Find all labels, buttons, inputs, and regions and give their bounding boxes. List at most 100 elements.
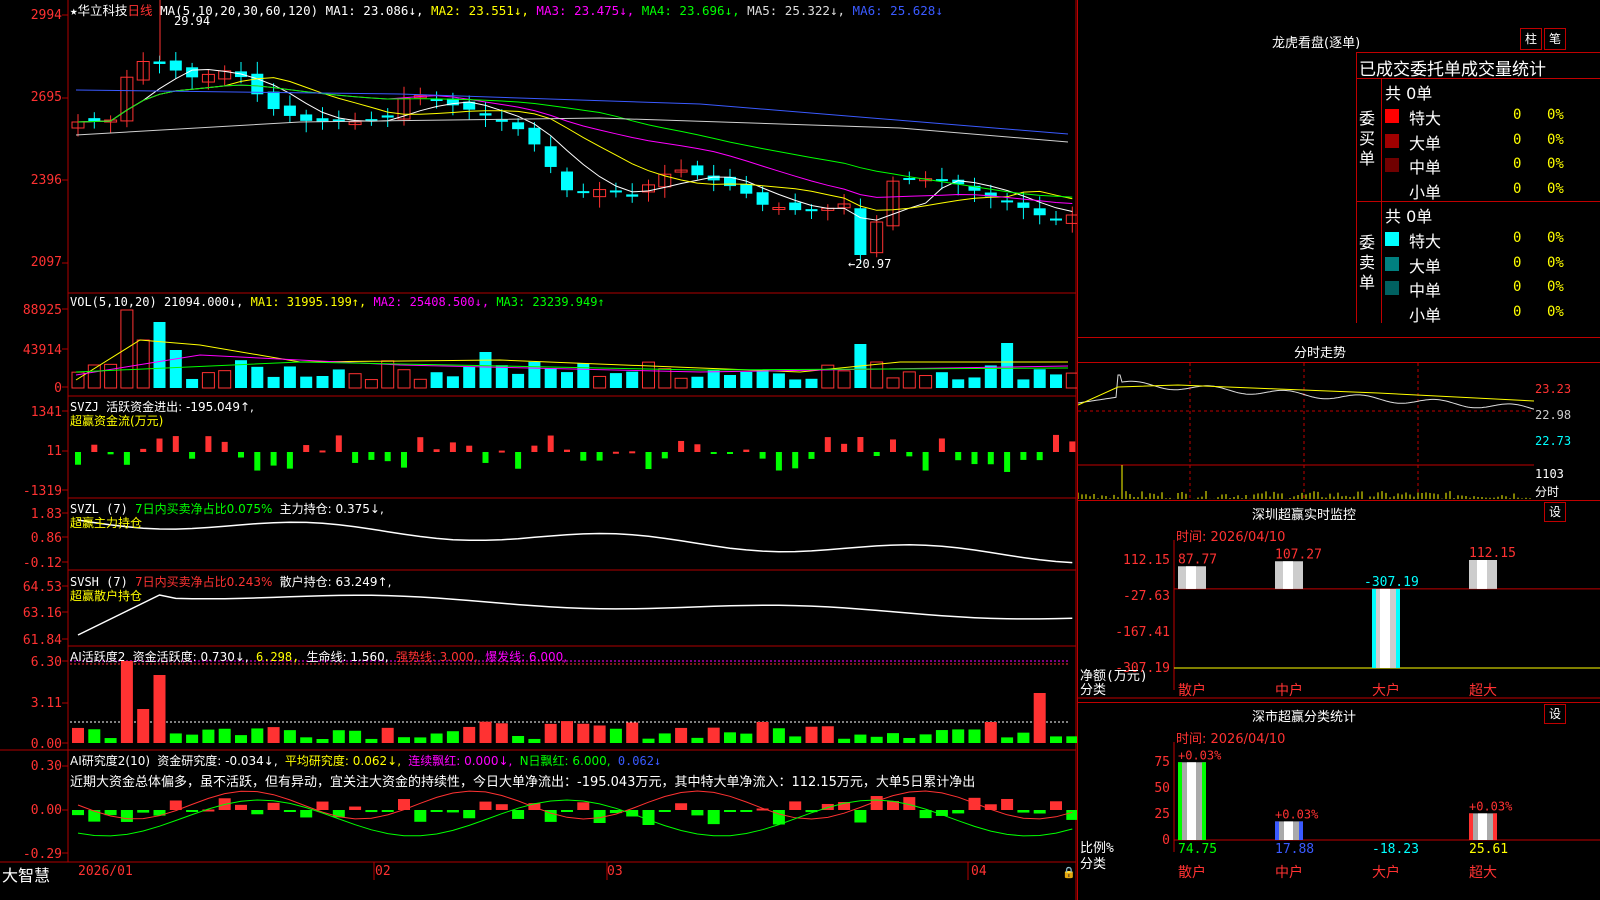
monitor-ylabel: 净额(万元) — [1080, 669, 1148, 684]
volume-bar — [332, 369, 345, 388]
price-axis-label: 2396 — [30, 173, 62, 188]
fund-flow-bar — [156, 438, 163, 452]
period-label[interactable]: 日线 — [128, 3, 153, 18]
activity-bar — [870, 736, 883, 743]
vol-value: 21094.000↓, — [163, 295, 244, 309]
volume-bar — [1050, 374, 1062, 388]
activity-bar — [935, 730, 948, 743]
svzl-axis-label: 0.86 — [30, 531, 62, 546]
right-panel: 龙虎看盘(逐单) 柱 笔 已成交委托单成交量统计 委买单 共 0单 特大 0 0% 大… — [1077, 0, 1600, 900]
classify-settings-button[interactable]: 设 — [1544, 704, 1566, 724]
activity-bar — [1017, 732, 1030, 743]
monitor-bar — [1178, 566, 1206, 589]
candle-down — [1017, 202, 1030, 208]
order-stats-title: 已成交委托单成交量统计 — [1359, 60, 1546, 80]
bar-highlight — [1186, 566, 1196, 589]
ai-n-day-red: N日飘红: 6.000, — [519, 754, 611, 768]
svsh-ratio: 7日内买卖净占比0.243% — [135, 575, 273, 589]
intraday-vol-unit: 分时 — [1535, 485, 1560, 499]
classify-chart[interactable]: 75 50 25 0 比例%分类 +0.03% 74.75 散户 +0.03% 17.88 中户 -1… — [1078, 742, 1600, 900]
volume-bar — [218, 370, 232, 389]
fund-flow-bar — [433, 449, 440, 452]
activity-bar — [72, 727, 84, 743]
sell-row-pct: 0% — [1547, 254, 1564, 271]
fund-flow-bar — [417, 437, 424, 452]
classify-category: 超大 — [1469, 865, 1497, 881]
activity-bar — [805, 726, 818, 743]
volume-bar — [740, 371, 753, 388]
buy-row-pct: 0% — [1547, 156, 1564, 172]
fund-flow-bar — [955, 452, 962, 461]
classify-top-label: +0.03% — [1178, 748, 1222, 762]
peak-label: 29.94 — [174, 14, 211, 28]
volume-bar — [952, 379, 965, 388]
price-line — [1078, 374, 1534, 410]
lock-icon[interactable]: 🔒 — [1062, 866, 1076, 879]
activity-bar — [707, 727, 720, 743]
candle-down — [169, 60, 182, 71]
fund-flow-bar — [629, 451, 636, 454]
vol-ma1: MA1: 31995.199↑, — [250, 295, 367, 309]
research-bar — [381, 810, 394, 812]
classify-category: 散户 — [1178, 864, 1206, 881]
research-bar — [186, 810, 199, 812]
monitor-chart[interactable]: 112.15 -27.63 -167.41 -307.19 净额(万元)分类 87.77 散… — [1078, 540, 1600, 702]
fund-flow-bar — [205, 436, 212, 452]
price-axis-label: 2695 — [30, 90, 62, 105]
classify-bar — [1275, 821, 1303, 840]
fund-flow-bar — [515, 452, 522, 469]
activity-bar — [414, 737, 427, 743]
buy-row-count: 0 — [1513, 180, 1522, 197]
activity-bar — [398, 737, 410, 743]
activity-bar — [626, 722, 639, 743]
volume-bar — [413, 378, 427, 389]
fund-flow-bar — [694, 444, 701, 452]
tick-mode-button[interactable]: 笔 — [1544, 28, 1566, 50]
activity-bar — [186, 734, 199, 743]
brand-logo: 大智慧 — [2, 866, 51, 885]
volume-bar — [674, 377, 688, 389]
sell-row-pct: 0% — [1547, 279, 1564, 295]
stock-name[interactable]: 华立科技 — [78, 3, 128, 18]
research-bar — [707, 810, 720, 825]
volume-bar — [691, 376, 704, 388]
activity-bar — [968, 729, 981, 743]
classify-value: -18.23 — [1372, 842, 1419, 857]
fund-flow-bar — [743, 449, 750, 452]
candle-down — [528, 127, 541, 145]
intraday-chart[interactable] — [1078, 363, 1534, 499]
sell-row-label: 小单 — [1409, 305, 1442, 325]
star-icon[interactable]: ★ — [70, 3, 78, 18]
candle-down — [577, 191, 590, 194]
fund-flow-bar — [75, 452, 81, 465]
volume-bar — [789, 379, 802, 388]
sell-row-pct: 0% — [1547, 230, 1564, 246]
bar-mode-button[interactable]: 柱 — [1520, 28, 1542, 50]
fund-flow-bar — [775, 452, 782, 471]
candle-down — [903, 178, 916, 181]
vol-axis-label: 0 — [54, 381, 62, 396]
buy-group-label: 委买单 — [1359, 109, 1376, 168]
monitor-settings-button[interactable]: 设 — [1544, 502, 1566, 522]
classify-ylabel: 比例% — [1080, 841, 1114, 856]
activity-bar — [984, 722, 997, 743]
fund-flow-bar — [449, 442, 456, 452]
fund-flow-bar — [890, 439, 896, 452]
research-bar — [72, 810, 84, 816]
volume-bar — [593, 375, 607, 389]
buy-row-pct: 0% — [1547, 180, 1564, 197]
activity-bar — [724, 732, 736, 743]
volume-bar — [772, 373, 785, 388]
sell-row-label: 特大 — [1409, 232, 1442, 251]
vol-ma2: MA2: 25408.500↓, — [373, 295, 490, 309]
volume-bar — [512, 373, 525, 388]
fund-flow-bar — [808, 452, 815, 459]
ai-activity-value: 资金活跃度: 0.730↓, — [132, 650, 249, 664]
volume-bar — [1001, 343, 1014, 388]
ai1-axis-label: 6.30 — [30, 655, 62, 670]
candle-down — [756, 192, 769, 205]
color-swatch — [1385, 182, 1399, 197]
volume-bar — [902, 371, 916, 389]
research-bar — [430, 810, 443, 812]
volume-bar — [397, 369, 411, 389]
